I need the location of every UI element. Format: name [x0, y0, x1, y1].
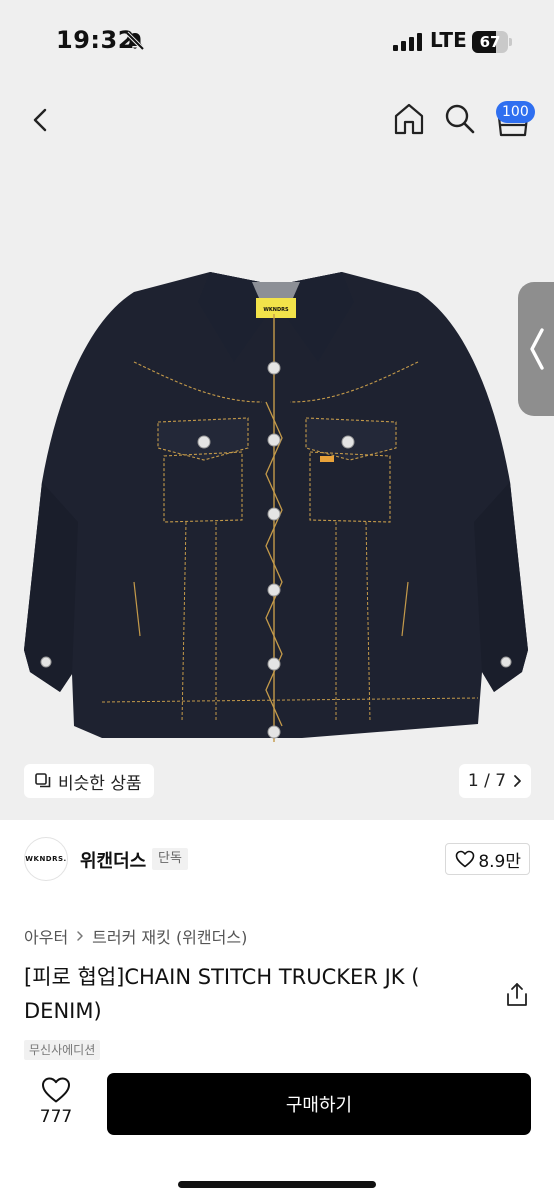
- signal-icon: [393, 33, 422, 51]
- buy-button-label: 구매하기: [285, 1095, 353, 1116]
- bell-slash-icon: [125, 31, 145, 51]
- heart-icon: [42, 1077, 70, 1103]
- side-panel-handle[interactable]: [518, 282, 554, 416]
- brand-logo-text: WKNDRS.: [25, 855, 67, 863]
- chevron-right-icon: [514, 775, 521, 787]
- edition-badge: 무신사에디션: [24, 1040, 101, 1060]
- product-title: [피로 협업]CHAIN STITCH TRUCKER JK ( DENIM): [24, 965, 420, 1023]
- brand-logo[interactable]: WKNDRS.: [24, 837, 68, 881]
- exclusive-tag: 단독: [152, 848, 188, 870]
- buy-button[interactable]: 구매하기: [107, 1073, 531, 1135]
- neck-label-text: WKNDRS: [263, 307, 289, 313]
- brand-name[interactable]: 위캔더스: [80, 847, 146, 873]
- chevron-left-icon: [530, 328, 544, 370]
- breadcrumb: 아우터 트러커 재킷 (위캔더스): [24, 924, 247, 948]
- page-indicator-text: 1 / 7: [467, 771, 507, 791]
- network-label: LTE: [430, 28, 467, 52]
- product-image: WKNDRS: [24, 272, 528, 742]
- similar-products-button[interactable]: 비슷한 상품: [24, 764, 154, 798]
- home-indicator[interactable]: [178, 1181, 376, 1188]
- copy-icon: [35, 773, 51, 788]
- brand-like-button[interactable]: 8.9만: [445, 843, 530, 875]
- chevron-left-icon[interactable]: [22, 102, 58, 138]
- brand-like-count: 8.9만: [478, 851, 521, 872]
- brand-row[interactable]: WKNDRS. 위캔더스 단독 8.9만: [24, 836, 530, 882]
- chevron-right-icon: [77, 931, 83, 941]
- search-icon[interactable]: [442, 101, 478, 137]
- battery-level: 67: [479, 33, 501, 51]
- breadcrumb-item-category[interactable]: 트러커 재킷 (위캔더스): [92, 924, 247, 948]
- similar-products-label: 비슷한 상품: [58, 773, 142, 794]
- heart-icon: [456, 850, 475, 868]
- breadcrumb-item-outer[interactable]: 아우터: [24, 924, 68, 948]
- wishlist-count: 777: [39, 1107, 73, 1127]
- home-icon[interactable]: [390, 100, 428, 138]
- share-icon[interactable]: [505, 982, 529, 1008]
- product-image-gallery[interactable]: 19:32 LTE 67 100 WKNDRS 비슷한 상품 1 / 7: [0, 0, 554, 820]
- cart-count-badge: 100: [496, 101, 535, 123]
- status-bar: 19:32 LTE 67: [0, 0, 554, 84]
- image-page-indicator[interactable]: 1 / 7: [459, 764, 531, 798]
- battery-icon: 67: [472, 31, 512, 53]
